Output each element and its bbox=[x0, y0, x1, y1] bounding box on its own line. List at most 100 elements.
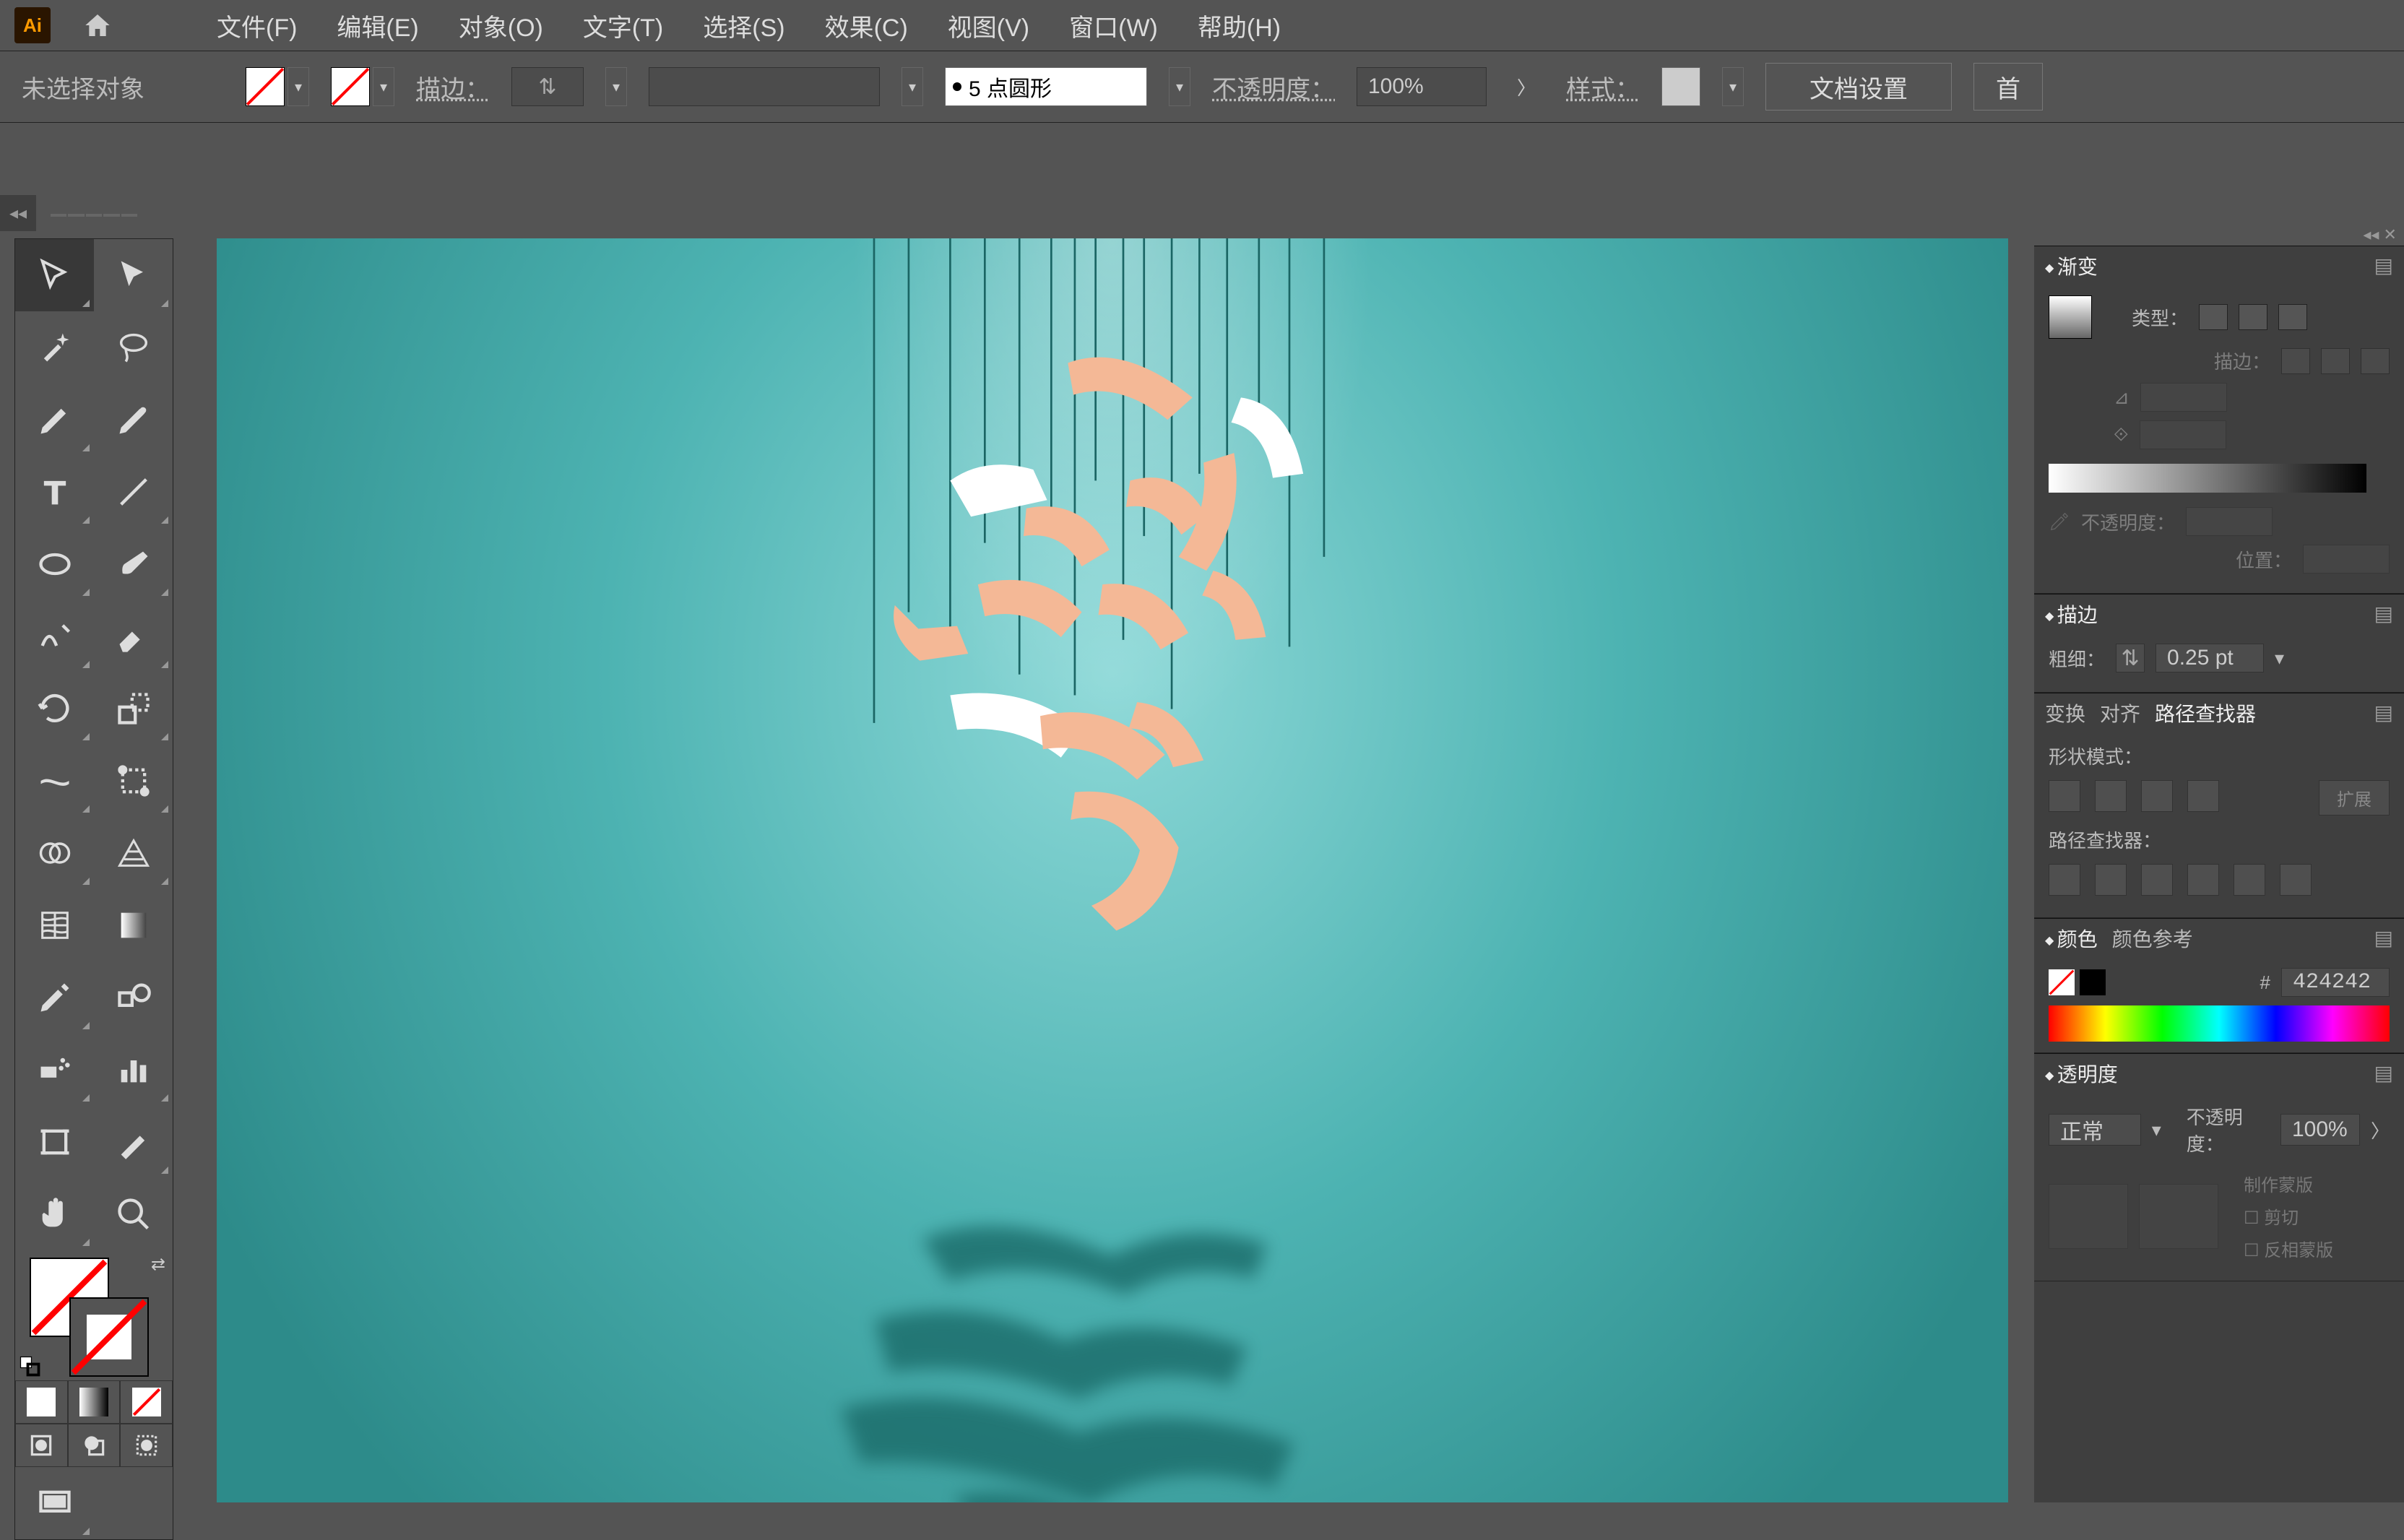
brush-dropdown[interactable]: ▾ bbox=[1169, 67, 1190, 106]
dropdown-icon[interactable]: ▾ bbox=[2275, 647, 2284, 670]
transparency-opacity-input[interactable]: 100% bbox=[2280, 1114, 2360, 1146]
stroke-weight-value[interactable]: 0.25 pt bbox=[2156, 644, 2264, 672]
stroke-weight-dropdown[interactable]: ▾ bbox=[605, 67, 627, 106]
opacity-arrow[interactable]: 〉 bbox=[1508, 67, 1544, 106]
none-mode-button[interactable] bbox=[120, 1380, 173, 1424]
menu-file[interactable]: 文件(F) bbox=[217, 8, 297, 43]
hand-tool[interactable] bbox=[15, 1178, 94, 1250]
radial-gradient-button[interactable] bbox=[2239, 304, 2267, 330]
color-spectrum[interactable] bbox=[2049, 1005, 2390, 1042]
opacity-input[interactable]: 100% bbox=[1357, 67, 1487, 106]
panel-menu-icon[interactable]: ▤ bbox=[2374, 602, 2393, 626]
mask-thumb-mask[interactable] bbox=[2139, 1184, 2218, 1249]
merge-button[interactable] bbox=[2141, 864, 2173, 896]
panel-menu-icon[interactable]: ▤ bbox=[2374, 926, 2393, 950]
rotate-tool[interactable] bbox=[15, 672, 94, 745]
free-transform-tool[interactable] bbox=[94, 745, 173, 817]
draw-inside-button[interactable] bbox=[120, 1424, 173, 1467]
crop-button[interactable] bbox=[2187, 864, 2219, 896]
draw-normal-button[interactable] bbox=[15, 1424, 68, 1467]
selection-tool[interactable] bbox=[15, 239, 94, 311]
menu-select[interactable]: 选择(S) bbox=[703, 8, 784, 43]
magic-wand-tool[interactable] bbox=[15, 311, 94, 384]
stop-position-input[interactable] bbox=[2303, 545, 2390, 574]
direct-selection-tool[interactable] bbox=[94, 239, 173, 311]
menu-view[interactable]: 视图(V) bbox=[948, 8, 1029, 43]
unite-button[interactable] bbox=[2049, 780, 2080, 812]
divide-button[interactable] bbox=[2049, 864, 2080, 896]
brush-definition[interactable]: 5 点圆形 bbox=[945, 67, 1147, 106]
scale-tool[interactable] bbox=[94, 672, 173, 745]
panel-menu-icon[interactable]: ▤ bbox=[2374, 1061, 2393, 1085]
screen-mode-button[interactable] bbox=[15, 1467, 94, 1539]
blend-tool[interactable] bbox=[94, 961, 173, 1034]
fill-dropdown[interactable]: ▾ bbox=[287, 67, 309, 106]
opacity-arrow-icon[interactable]: 〉 bbox=[2371, 1117, 2390, 1143]
menu-effect[interactable]: 效果(C) bbox=[825, 8, 908, 43]
graphic-style-swatch[interactable] bbox=[1661, 67, 1700, 106]
hex-input[interactable]: 424242 bbox=[2281, 968, 2390, 997]
swap-fill-stroke-icon[interactable]: ⇄ bbox=[151, 1254, 165, 1275]
intersect-button[interactable] bbox=[2141, 780, 2173, 812]
pen-tool[interactable] bbox=[15, 384, 94, 456]
panel-menu-icon[interactable]: ▤ bbox=[2374, 254, 2393, 277]
panel-expand-tab[interactable]: ◂◂ bbox=[0, 195, 36, 231]
preferences-button[interactable]: 首 bbox=[1973, 63, 2043, 111]
perspective-grid-tool[interactable] bbox=[94, 817, 173, 889]
stroke-dropdown[interactable]: ▾ bbox=[373, 67, 394, 106]
fill-swatch[interactable] bbox=[246, 67, 285, 106]
color-mode-button[interactable] bbox=[15, 1380, 68, 1424]
symbol-sprayer-tool[interactable] bbox=[15, 1034, 94, 1106]
document-setup-button[interactable]: 文档设置 bbox=[1765, 63, 1952, 111]
gradient-mode-button[interactable] bbox=[68, 1380, 121, 1424]
eraser-tool[interactable] bbox=[94, 600, 173, 672]
stroke-weight-stepper[interactable]: ⇅ bbox=[511, 67, 584, 106]
minus-back-button[interactable] bbox=[2280, 864, 2312, 896]
blend-mode-select[interactable]: 正常 bbox=[2049, 1114, 2141, 1146]
menu-edit[interactable]: 编辑(E) bbox=[337, 8, 418, 43]
shaper-tool[interactable] bbox=[15, 600, 94, 672]
stroke-swatch[interactable] bbox=[331, 67, 370, 106]
curvature-tool[interactable] bbox=[94, 384, 173, 456]
pathfinder-tab[interactable]: 路径查找器 bbox=[2155, 698, 2256, 727]
panel-grip-icon[interactable] bbox=[51, 209, 137, 221]
mask-thumb-source[interactable] bbox=[2049, 1184, 2128, 1249]
transform-tab[interactable]: 变换 bbox=[2045, 698, 2085, 727]
artboard[interactable] bbox=[217, 238, 2008, 1502]
clip-checkbox[interactable]: ☐ 剪切 bbox=[2244, 1203, 2333, 1229]
zoom-tool[interactable] bbox=[94, 1178, 173, 1250]
menu-object[interactable]: 对象(O) bbox=[459, 8, 543, 43]
shape-builder-tool[interactable] bbox=[15, 817, 94, 889]
invert-checkbox[interactable]: ☐ 反相蒙版 bbox=[2244, 1236, 2333, 1261]
gradient-tool[interactable] bbox=[94, 889, 173, 961]
width-tool[interactable] bbox=[15, 745, 94, 817]
mesh-tool[interactable] bbox=[15, 889, 94, 961]
menu-type[interactable]: 文字(T) bbox=[583, 8, 663, 43]
stroke-tab[interactable]: 描边 bbox=[2045, 600, 2098, 628]
gradient-ratio-input[interactable] bbox=[2140, 420, 2226, 449]
eyedropper-tool[interactable] bbox=[15, 961, 94, 1034]
ellipse-tool[interactable] bbox=[15, 528, 94, 600]
expand-button[interactable]: 扩展 bbox=[2319, 780, 2390, 816]
draw-behind-button[interactable] bbox=[68, 1424, 121, 1467]
gradient-tab[interactable]: 渐变 bbox=[2045, 251, 2098, 280]
stroke-color-box[interactable] bbox=[69, 1297, 149, 1377]
trim-button[interactable] bbox=[2095, 864, 2127, 896]
default-fill-stroke-icon[interactable] bbox=[19, 1355, 40, 1377]
stroke-grad-2[interactable] bbox=[2321, 348, 2350, 374]
vw-dropdown[interactable]: ▾ bbox=[902, 67, 923, 106]
style-dropdown[interactable]: ▾ bbox=[1722, 67, 1744, 106]
stroke-weight-stepper[interactable]: ⇅ bbox=[2116, 644, 2145, 672]
gradient-angle-input[interactable] bbox=[2140, 383, 2227, 412]
align-tab[interactable]: 对齐 bbox=[2100, 698, 2140, 727]
dropdown-icon[interactable]: ▾ bbox=[2152, 1119, 2161, 1141]
eyedropper-icon[interactable] bbox=[2049, 511, 2070, 532]
gradient-preview[interactable] bbox=[2049, 295, 2092, 339]
transparency-tab[interactable]: 透明度 bbox=[2045, 1059, 2118, 1088]
menu-help[interactable]: 帮助(H) bbox=[1198, 8, 1281, 43]
panel-collapse-icons[interactable]: ◂◂ ✕ bbox=[2363, 225, 2397, 244]
artboard-tool[interactable] bbox=[15, 1106, 94, 1178]
lasso-tool[interactable] bbox=[94, 311, 173, 384]
home-icon[interactable] bbox=[79, 7, 116, 43]
color-guide-tab[interactable]: 颜色参考 bbox=[2112, 924, 2193, 953]
